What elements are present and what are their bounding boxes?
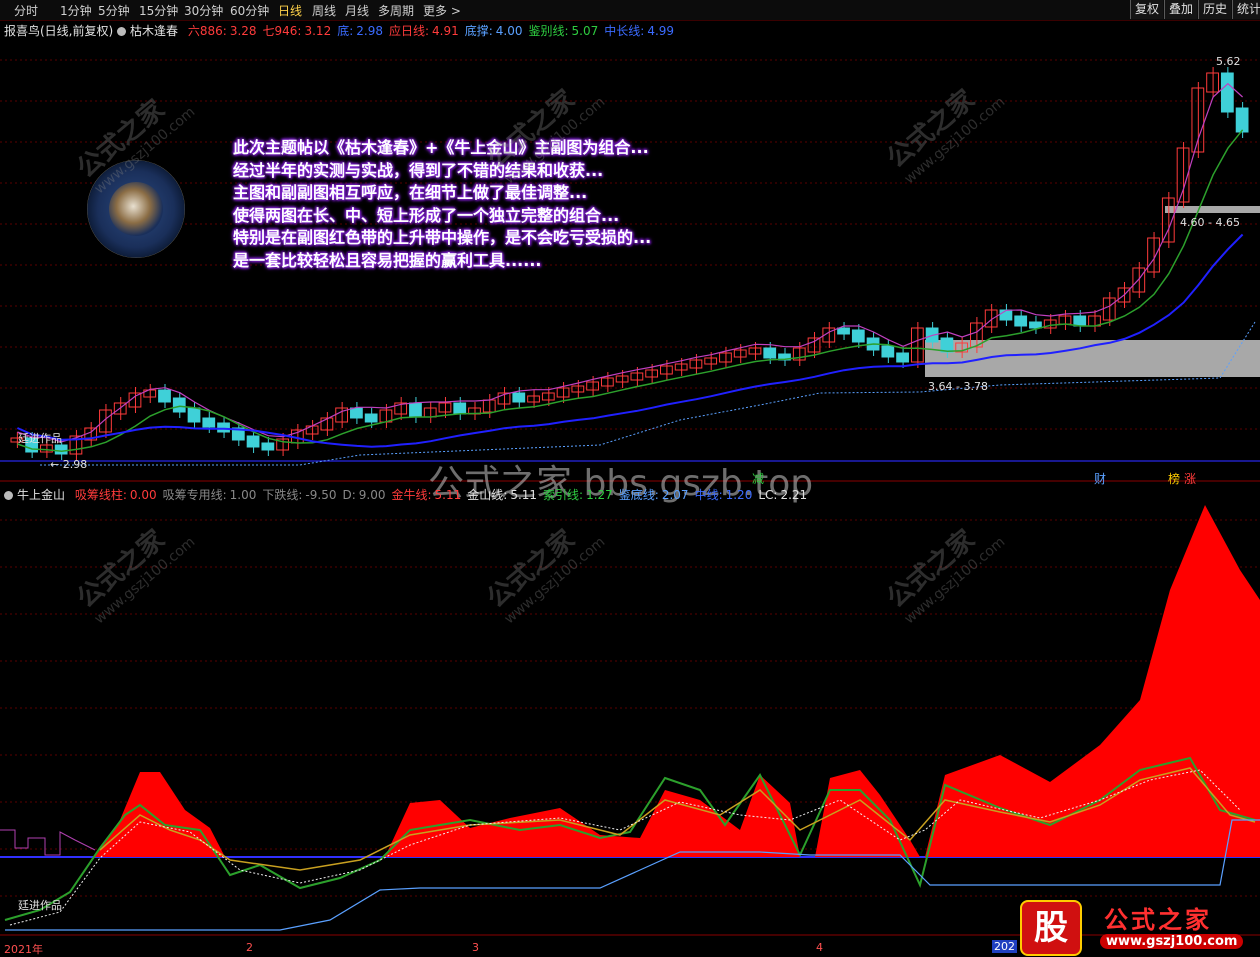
sub-indicator-value: 下跌线: -9.50 — [262, 488, 337, 502]
candle-body — [1014, 315, 1028, 327]
candle-body — [187, 407, 201, 423]
candle-body — [1073, 315, 1087, 327]
sub-indicator-value: 鉴底线: 2.07 — [618, 488, 689, 502]
sub-indicator-settings-icon[interactable] — [4, 491, 13, 500]
sub-author-label: 廷进作品 — [18, 899, 62, 912]
candle-body — [261, 442, 275, 451]
eagle-emblem-icon — [109, 182, 163, 236]
time-axis-label: 4 — [816, 941, 823, 954]
candle-body — [1029, 321, 1042, 329]
absorb-line — [0, 829, 96, 856]
candle-body — [364, 413, 378, 423]
candle-body — [674, 363, 688, 371]
gu-logo-icon: 股 — [1020, 900, 1082, 956]
overlay-line: 经过半年的实测与实战，得到了不错的结果和收获... — [233, 160, 604, 180]
uspto-seal-image — [87, 160, 185, 258]
site-logo: 股 公式之家 www.gszj100.com — [1012, 896, 1258, 956]
candle-body — [512, 392, 526, 403]
signal-marker: 榜 — [1168, 472, 1181, 486]
sub-indicator-value: 金牛线: 5.11 — [391, 488, 462, 502]
sub-chart-header: 牛上金山 吸筹线柱: 0.00 吸筹专用线: 1.00 下跌线: -9.50 D: 9.00 金… — [4, 486, 807, 503]
candle-body — [733, 349, 747, 358]
red-area — [815, 770, 920, 857]
candle-body — [763, 347, 777, 359]
candle-body — [851, 329, 865, 343]
candle-body — [704, 357, 718, 365]
candle-body — [940, 337, 954, 353]
sub-indicator-value: 索引线: 1.27 — [543, 488, 613, 502]
sub-indicator-value: 金山线: 5.11 — [467, 488, 538, 502]
high-price-label: 5.62 — [1216, 55, 1241, 68]
sub-indicator-value: 吸筹线柱: 0.00 — [74, 488, 157, 502]
candle-body — [837, 327, 850, 335]
signal-marker: 财 — [1094, 472, 1107, 486]
logo-site-url: www.gszj100.com — [1100, 934, 1244, 949]
sub-indicator-value: 吸筹专用线: 1.00 — [162, 488, 257, 502]
candle-body — [881, 345, 895, 358]
red-area — [385, 775, 800, 857]
candle-body — [54, 444, 68, 455]
candle-body — [453, 402, 467, 415]
sub-indicator-name[interactable]: 牛上金山 — [17, 488, 65, 502]
overlay-line: 使得两图在长、中、短上形成了一个独立完整的组合... — [233, 205, 620, 225]
time-axis-label: 2021年 — [4, 943, 43, 956]
author-label: 廷进作品 — [18, 432, 62, 445]
candle-body — [999, 309, 1013, 321]
low-price-label: ← 2.98 — [50, 458, 88, 471]
signal-marker: 减 — [752, 472, 765, 486]
candle-body — [984, 309, 998, 328]
promo-overlay-text: 此次主题帖以《枯木逢春》+《牛上金山》主副图为组合... 经过半年的实测与实战，… — [233, 137, 651, 273]
overlay-line: 主图和副副图相互呼应，在细节上做了最佳调整... — [233, 183, 588, 203]
logo-site-name: 公式之家 — [1104, 906, 1212, 934]
sub-indicator-value: D: 9.00 — [342, 488, 386, 502]
sub-indicator-value: 中线: 1.20 — [694, 488, 753, 502]
lower-band-label: 3.64 - 3.78 — [928, 380, 988, 393]
overlay-line: 特别是在副图红色带的上升带中操作，是不会吃亏受损的... — [233, 228, 652, 248]
candle-body — [350, 407, 363, 419]
sub-indicator-value: LC: 2.21 — [758, 488, 808, 502]
candle-body — [645, 369, 659, 378]
candle-body — [896, 352, 909, 363]
candle-body — [217, 422, 230, 433]
time-axis-label: 3 — [472, 941, 479, 954]
candle-body — [202, 417, 216, 428]
overlay-line: 此次主题帖以《枯木逢春》+《牛上金山》主副图为组合... — [233, 138, 649, 157]
signal-marker: 涨 — [1184, 472, 1197, 486]
candle-body — [1220, 72, 1234, 113]
candle-body — [409, 402, 422, 418]
overlay-line: 是一套比较轻松且容易把握的赢利工具...... — [233, 250, 542, 270]
upper-band-label: 4.60 - 4.65 — [1180, 216, 1240, 229]
candle-body — [172, 397, 186, 413]
candle-body — [1235, 107, 1249, 133]
time-axis-label: 2 — [246, 941, 253, 954]
candle-body — [158, 389, 171, 403]
resistance-band — [1165, 206, 1260, 213]
candle-body — [246, 435, 260, 448]
